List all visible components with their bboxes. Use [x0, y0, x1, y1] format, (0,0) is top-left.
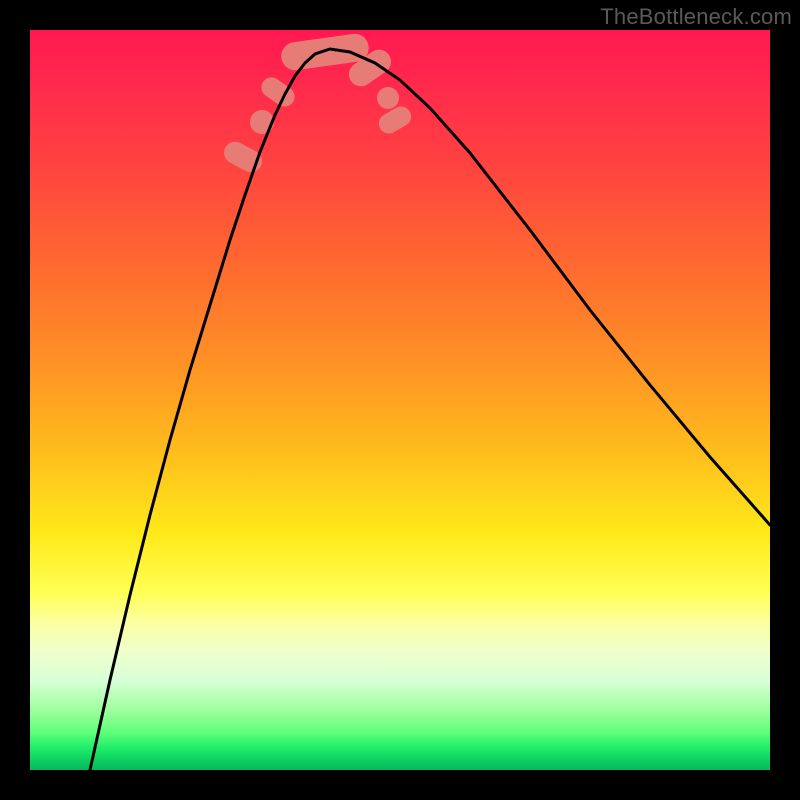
curve-svg — [30, 30, 770, 770]
marker-dot — [377, 87, 399, 109]
plot-area — [30, 30, 770, 770]
marker-dot — [250, 110, 274, 134]
chart-frame: TheBottleneck.com — [0, 0, 800, 800]
watermark-text: TheBottleneck.com — [600, 4, 792, 30]
marker-capsule — [375, 103, 414, 137]
bottleneck-curve — [90, 49, 770, 770]
